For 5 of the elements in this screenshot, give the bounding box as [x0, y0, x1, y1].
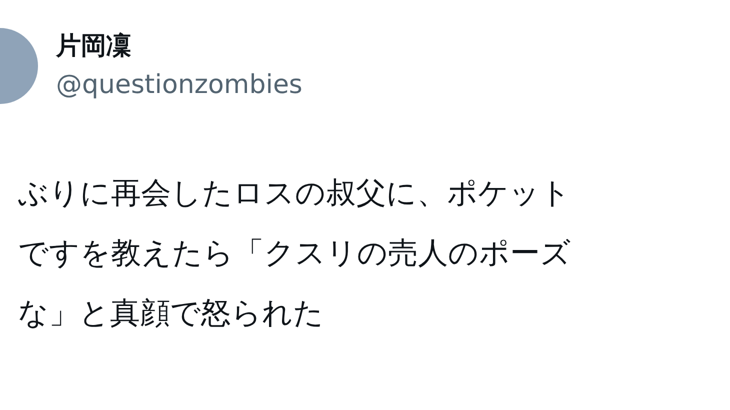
post-text-line: な」と真顔で怒られた [18, 295, 325, 333]
author-name: 片岡凜 [56, 30, 132, 62]
post-text-line: ですを教えたら「クスリの売人のポーズ [18, 235, 572, 273]
post-text-line: ぶりに再会したロスの叔父に、ポケット [18, 175, 572, 213]
author-handle: @questionzombies [56, 69, 302, 102]
